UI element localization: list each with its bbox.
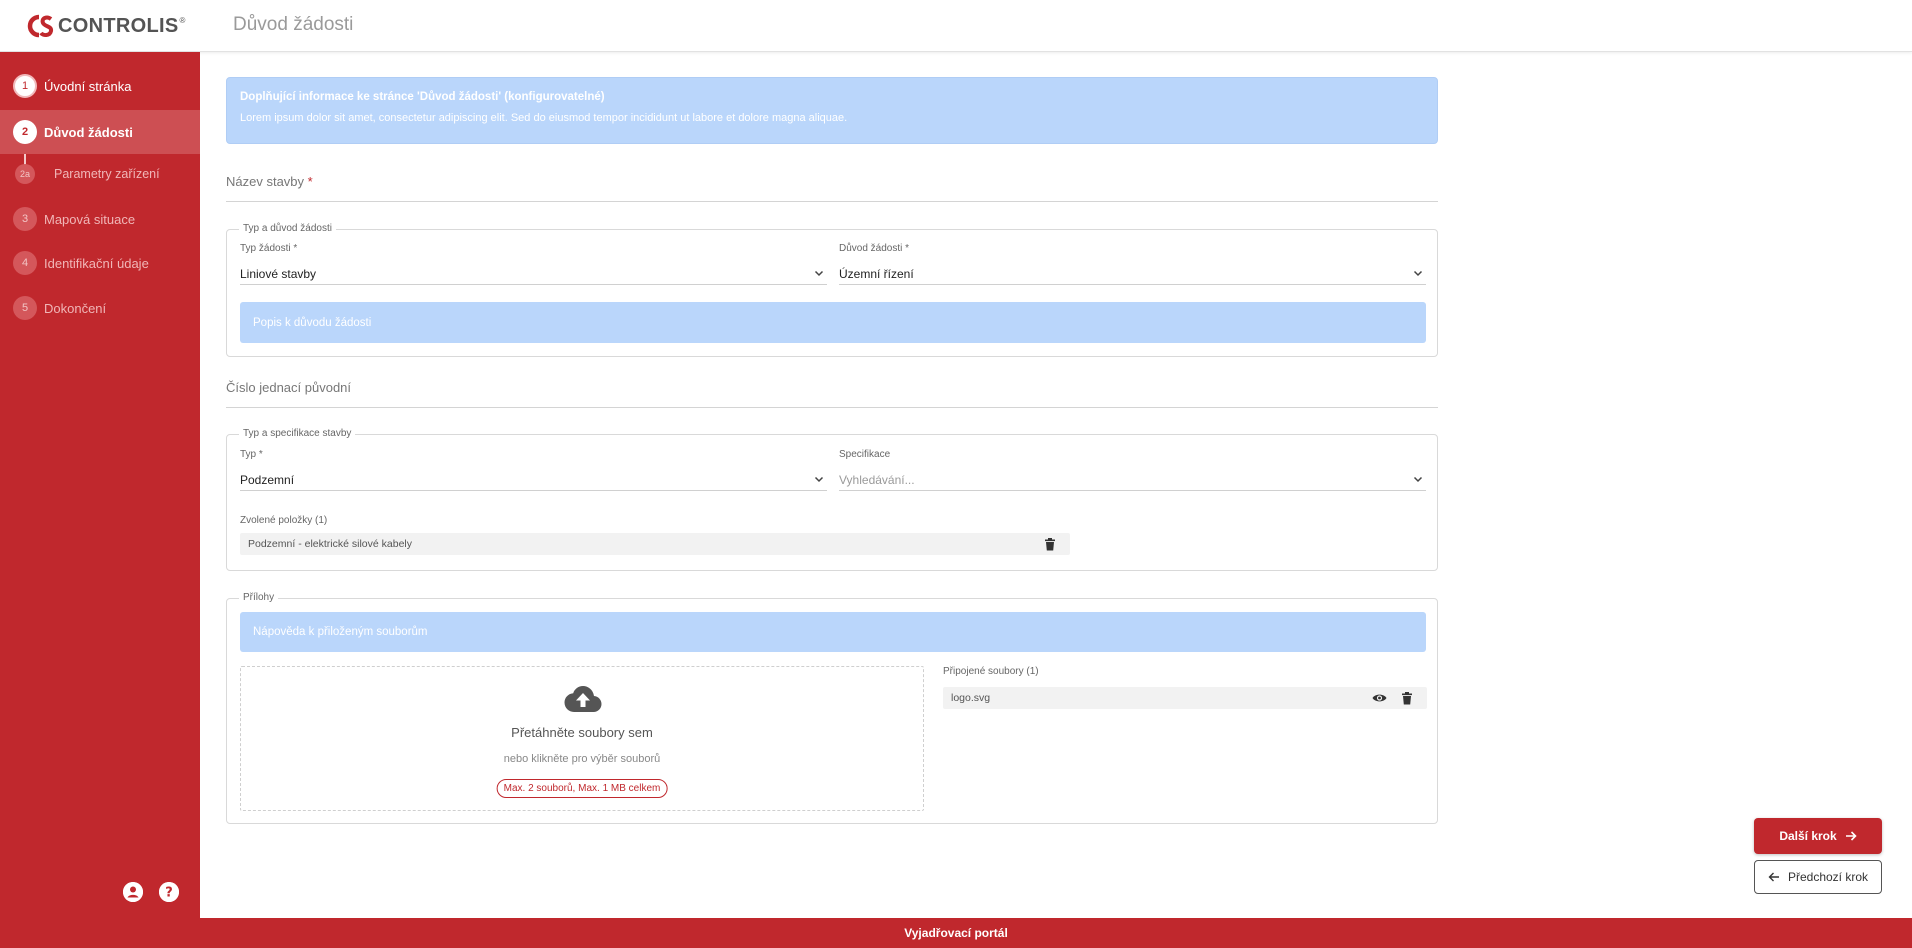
registered-mark: ® [179, 15, 186, 25]
info-banner-body: Lorem ipsum dolor sit amet, consectetur … [240, 112, 848, 124]
user-circle-icon[interactable] [123, 882, 143, 902]
nazev-stavby-label: Název stavby [226, 174, 305, 189]
arrow-left-icon [1768, 872, 1779, 882]
cislo-jednaci-field[interactable]: Číslo jednací původní [226, 380, 1438, 408]
dropzone-title: Přetáhněte soubory sem [511, 725, 653, 740]
attached-file-row: logo.svg [943, 687, 1427, 709]
help-circle-icon[interactable]: ? [159, 882, 179, 902]
select-label: Typ * [240, 449, 263, 460]
attached-files-label: Připojené soubory (1) [943, 666, 1039, 677]
typ-stavby-select[interactable]: Typ * Podzemní [240, 449, 827, 491]
top-bar: CONTROLIS ® Důvod žádosti [0, 0, 1912, 52]
required-mark: * [307, 174, 313, 189]
step-sidebar: 1 Úvodní stránka 2 Důvod žádosti 2a Para… [0, 52, 200, 918]
prilohy-fieldset: Přílohy Nápověda k přiloženým souborům P… [226, 592, 1438, 824]
chevron-down-icon [1413, 270, 1423, 277]
prilohy-hint: Nápověda k přiloženým souborům [240, 612, 1426, 652]
chevron-down-icon [814, 476, 824, 483]
previous-step-label: Předchozí krok [1787, 870, 1869, 884]
select-value: Územní řízení [839, 267, 914, 281]
step-number: 2a [15, 164, 35, 184]
footer-bar: Vyjadřovací portál [0, 918, 1912, 948]
brand-logo[interactable]: CONTROLIS ® [26, 12, 185, 40]
step-dokonceni[interactable]: 5 Dokončení [0, 286, 200, 330]
step-mapova-situace[interactable]: 3 Mapová situace [0, 197, 200, 241]
trash-icon[interactable] [1399, 690, 1415, 706]
step-label: Mapová situace [44, 211, 136, 227]
selected-item-row: Podzemní - elektrické silové kabely [240, 533, 1070, 555]
step-label: Parametry zařízení [54, 167, 160, 181]
fieldset-legend: Přílohy [239, 592, 279, 603]
file-dropzone[interactable]: Přetáhněte soubory sem nebo klikněte pro… [240, 666, 924, 811]
select-value: Podzemní [240, 473, 295, 487]
step-label: Úvodní stránka [44, 78, 132, 94]
step-parametry-zarizeni[interactable]: 2a Parametry zařízení [0, 152, 200, 196]
svg-text:?: ? [165, 886, 173, 901]
step-identifikacni-udaje[interactable]: 4 Identifikační údaje [0, 241, 200, 285]
cloud-upload-icon [564, 686, 602, 712]
step-label: Identifikační údaje [44, 255, 149, 271]
fieldset-legend: Typ a důvod žádosti [239, 223, 336, 234]
selected-items-label: Zvolené položky (1) [240, 515, 328, 526]
step-label: Důvod žádosti [44, 124, 133, 140]
previous-step-button[interactable]: Předchozí krok [1754, 860, 1882, 894]
footer-text: Vyjadřovací portál [904, 926, 1008, 940]
step-number: 4 [13, 251, 37, 275]
info-banner: Doplňující informace ke stránce 'Důvod ž… [226, 77, 1438, 144]
step-uvodni-stranka[interactable]: 1 Úvodní stránka [0, 64, 200, 108]
page-title: Důvod žádosti [233, 14, 354, 35]
textarea-placeholder: Popis k důvodu žádosti [253, 316, 372, 329]
arrow-right-icon [1845, 831, 1857, 841]
brand-name: CONTROLIS [58, 14, 179, 37]
nazev-stavby-field[interactable]: Název stavby * [226, 174, 1438, 202]
prilohy-hint-text: Nápověda k přiloženým souborům [253, 626, 428, 638]
eye-icon[interactable] [1371, 690, 1387, 706]
trash-icon[interactable] [1042, 536, 1058, 552]
chevron-down-icon [814, 270, 824, 277]
select-label: Typ žádosti * [240, 243, 298, 254]
step-duvod-zadosti[interactable]: 2 Důvod žádosti [0, 110, 200, 154]
typ-zadosti-select[interactable]: Typ žádosti * Liniové stavby [240, 243, 827, 285]
sidebar-bottom-icons: ? [123, 882, 179, 902]
step-number: 5 [13, 296, 37, 320]
select-placeholder: Vyhledávání... [839, 473, 915, 487]
step-number: 1 [13, 74, 37, 98]
file-limit-badge: Max. 2 souborů, Max. 1 MB celkem [496, 779, 668, 798]
selected-item-text: Podzemní - elektrické silové kabely [248, 538, 412, 550]
specifikace-select[interactable]: Specifikace Vyhledávání... [839, 449, 1426, 491]
step-label: Dokončení [44, 300, 107, 316]
step-number: 3 [13, 207, 37, 231]
typ-specifikace-fieldset: Typ a specifikace stavby Typ * Podzemní … [226, 428, 1438, 571]
typ-duvod-fieldset: Typ a důvod žádosti Typ žádosti * Liniov… [226, 223, 1438, 357]
next-step-button[interactable]: Další krok [1754, 818, 1882, 854]
select-value: Liniové stavby [240, 267, 317, 281]
chevron-down-icon [1413, 476, 1423, 483]
info-banner-title: Doplňující informace ke stránce 'Důvod ž… [240, 91, 605, 103]
controlis-logo-icon [27, 14, 54, 38]
fieldset-legend: Typ a specifikace stavby [239, 428, 356, 439]
attached-file-name: logo.svg [951, 692, 991, 704]
dropzone-subtitle: nebo klikněte pro výběr souborů [503, 753, 661, 765]
select-label: Specifikace [839, 449, 891, 460]
popis-duvodu-textarea[interactable]: Popis k důvodu žádosti [240, 302, 1426, 343]
duvod-zadosti-select[interactable]: Důvod žádosti * Územní řízení [839, 243, 1426, 285]
cislo-jednaci-label: Číslo jednací původní [226, 380, 352, 395]
next-step-label: Další krok [1779, 829, 1837, 843]
select-label: Důvod žádosti * [839, 243, 910, 254]
step-number: 2 [13, 120, 37, 144]
